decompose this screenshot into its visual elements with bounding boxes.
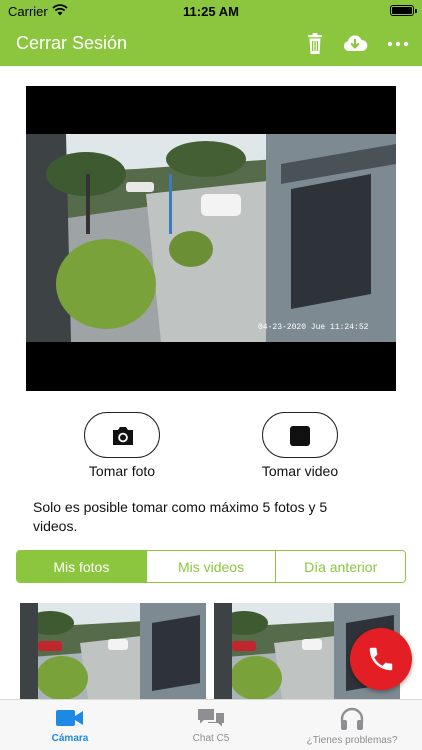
video-camera-icon xyxy=(56,710,83,726)
headphones-icon xyxy=(340,707,364,730)
status-time: 11:25 AM xyxy=(183,4,239,19)
tab-my-videos[interactable]: Mis videos xyxy=(145,551,276,582)
take-photo-label: Tomar foto xyxy=(88,463,156,479)
trash-icon[interactable] xyxy=(302,31,328,57)
take-video-label: Tomar video xyxy=(261,463,339,479)
bottom-tab-bar: Cámara Chat C5 ¿Tienes problemas? xyxy=(0,699,422,750)
tab-help-label: ¿Tienes problemas? xyxy=(306,735,398,746)
camera-timestamp-overlay: 04-23-2020 Jue 11:24:52 xyxy=(258,323,369,332)
emergency-call-button[interactable] xyxy=(350,628,412,690)
take-video-button[interactable] xyxy=(262,412,338,458)
camera-feed[interactable]: 04-23-2020 Jue 11:24:52 xyxy=(26,86,396,391)
media-segmented-control: Mis fotos Mis videos Día anterior xyxy=(16,550,406,583)
photo-thumbnail-image xyxy=(20,603,206,699)
navigation-bar: Cerrar Sesión xyxy=(0,22,422,66)
capture-limit-message: Solo es posible tomar como máximo 5 foto… xyxy=(33,499,328,534)
more-icon[interactable] xyxy=(385,31,411,57)
tab-chat-label: Chat C5 xyxy=(192,733,230,744)
photo-thumbnail[interactable] xyxy=(20,603,206,699)
take-photo-action: Tomar foto xyxy=(62,412,182,479)
logout-button[interactable]: Cerrar Sesión xyxy=(16,33,127,54)
camera-icon xyxy=(113,427,133,445)
take-photo-button[interactable] xyxy=(84,412,160,458)
tab-my-photos[interactable]: Mis fotos xyxy=(17,551,146,582)
cloud-download-icon[interactable] xyxy=(342,31,368,57)
tab-camera[interactable]: Cámara xyxy=(0,700,140,750)
status-bar: Carrier 11:25 AM xyxy=(0,0,422,22)
tab-help[interactable]: ¿Tienes problemas? xyxy=(282,700,422,750)
camera-image: 04-23-2020 Jue 11:24:52 xyxy=(26,134,396,342)
tab-previous-day[interactable]: Día anterior xyxy=(275,551,405,582)
chat-icon xyxy=(198,709,224,727)
take-video-action: Tomar video xyxy=(240,412,360,479)
tab-chat[interactable]: Chat C5 xyxy=(141,700,281,750)
phone-icon xyxy=(369,647,393,671)
stop-icon xyxy=(290,426,310,446)
tab-camera-label: Cámara xyxy=(51,733,89,744)
battery-icon xyxy=(390,5,417,16)
